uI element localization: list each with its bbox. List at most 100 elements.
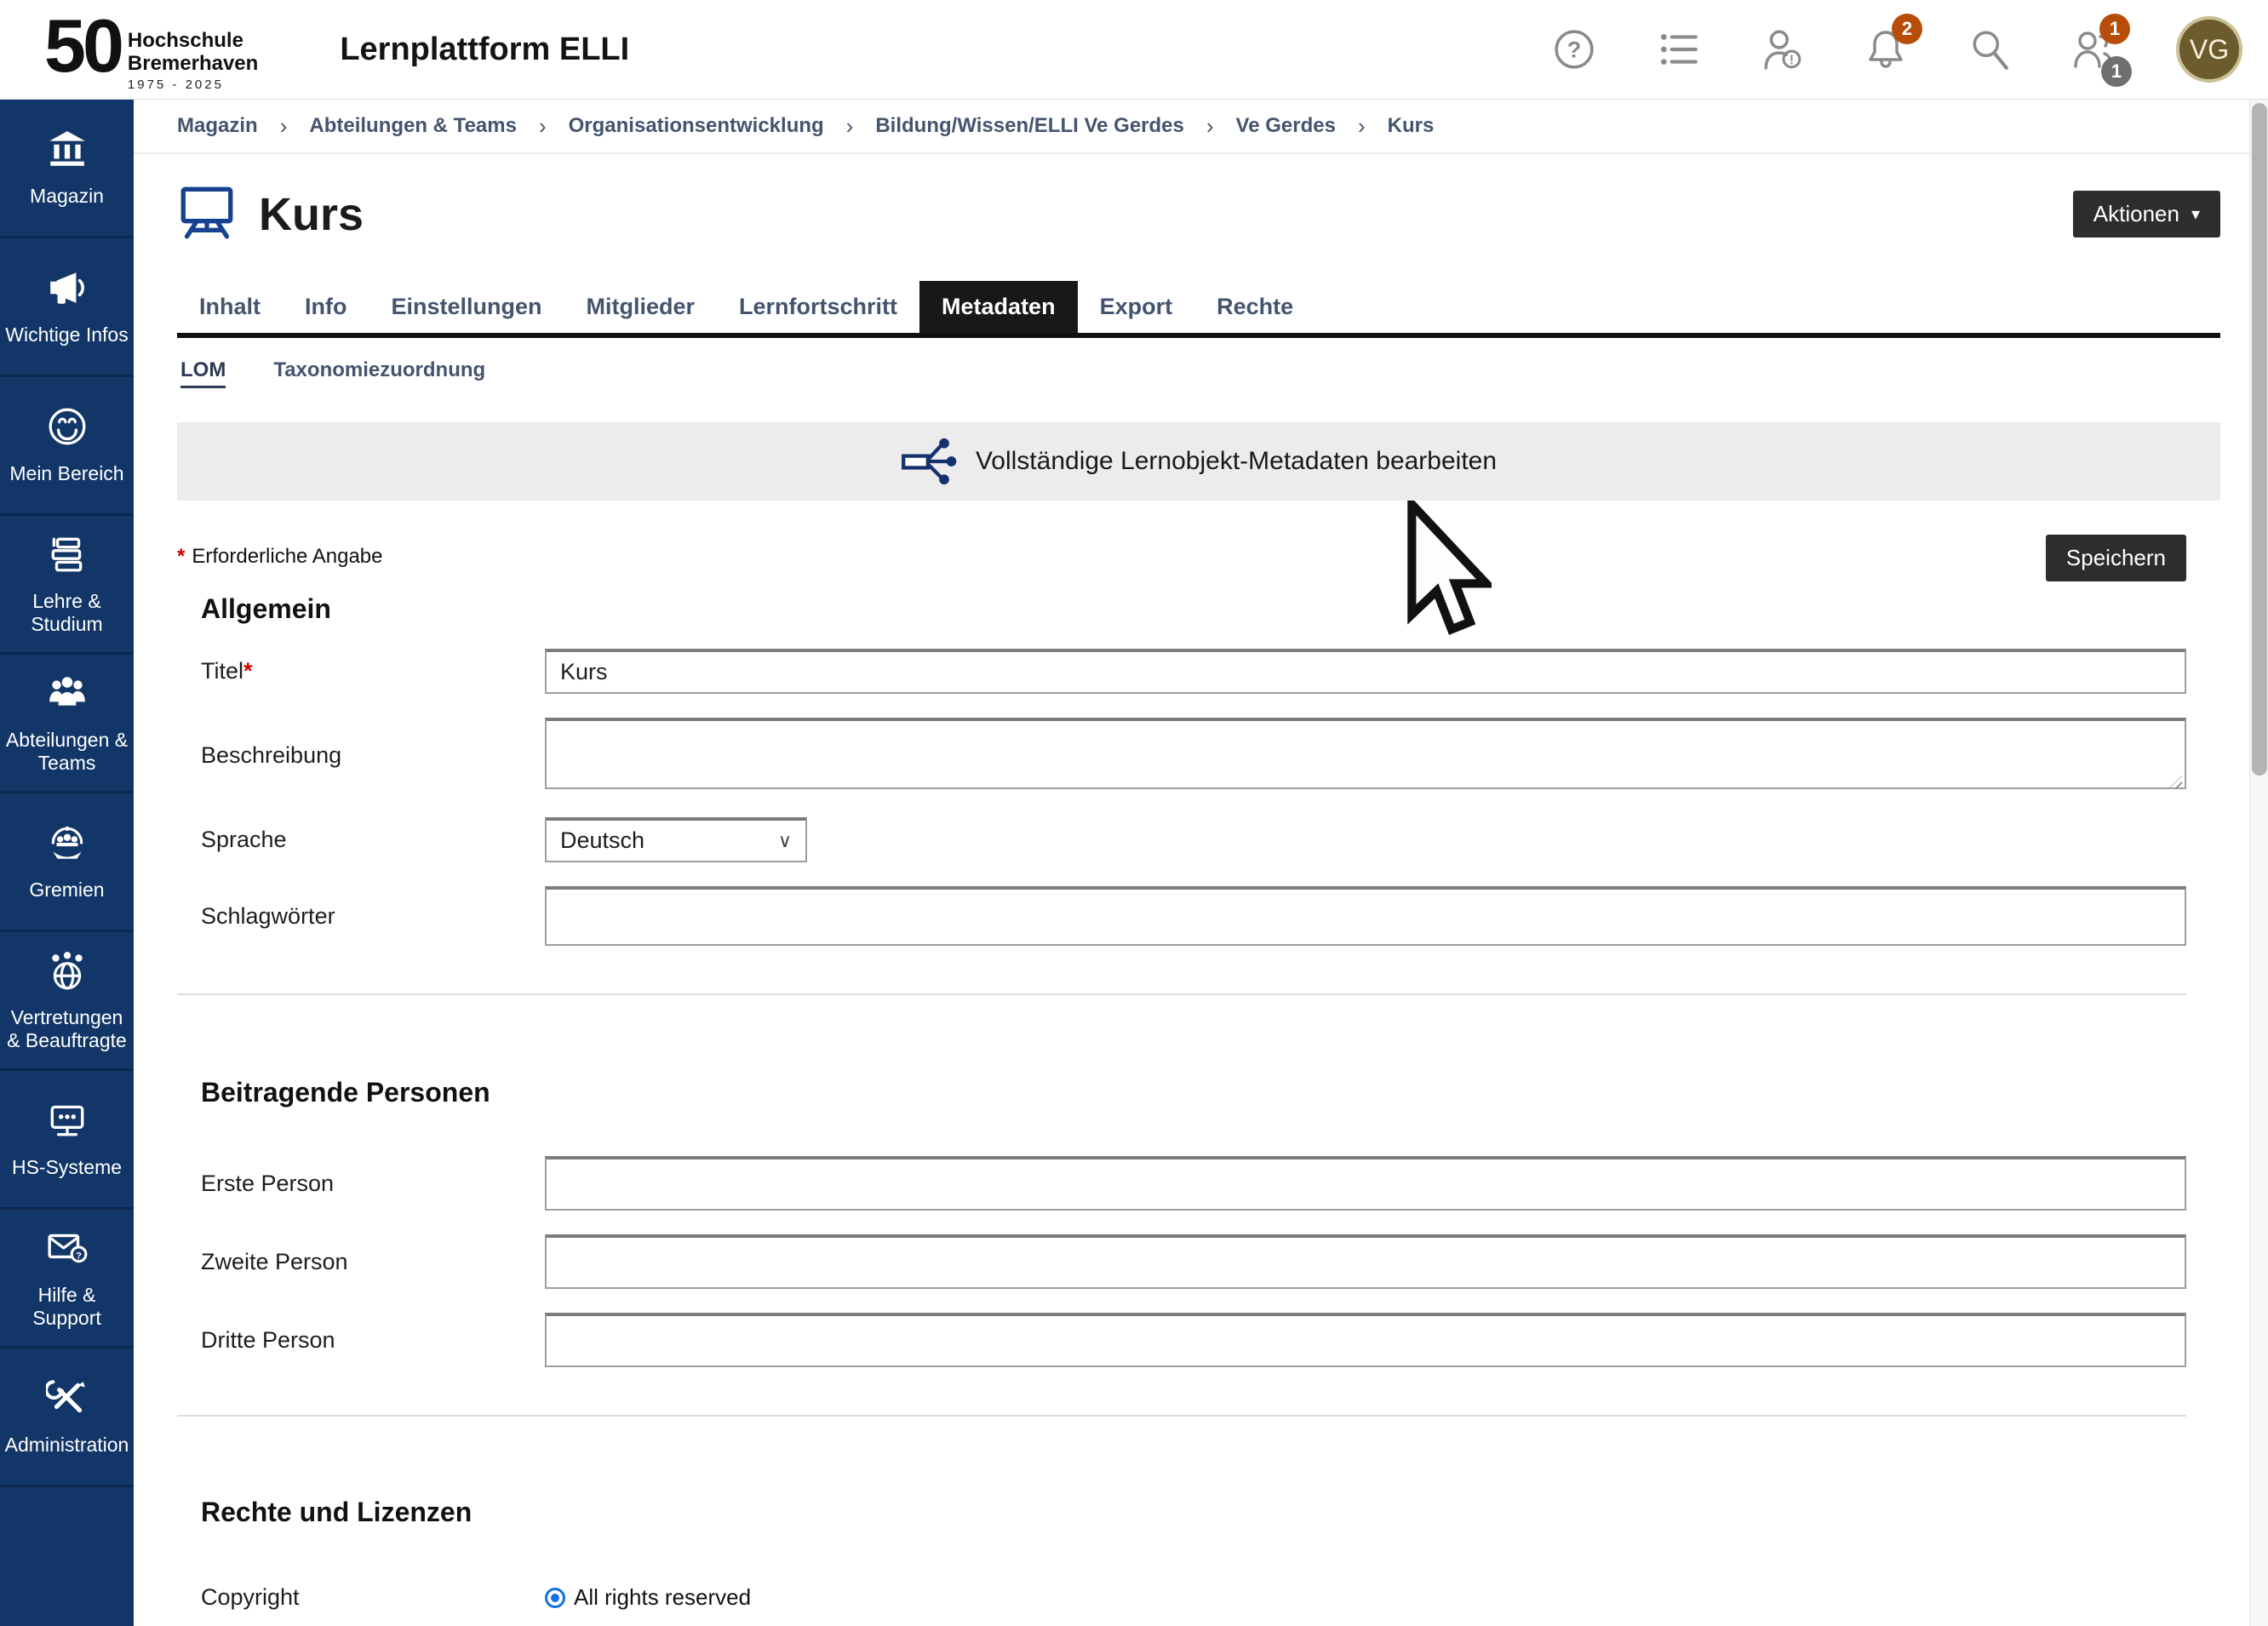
aktionen-button-label: Aktionen [2093, 201, 2179, 227]
dritte-person-input[interactable] [545, 1313, 2186, 1367]
schlagwoerter-input[interactable] [545, 886, 2186, 946]
dritte-person-label: Dritte Person [201, 1327, 545, 1354]
beschreibung-textarea[interactable] [545, 718, 2186, 789]
user-avatar[interactable]: VG [2176, 16, 2242, 83]
sidebar-item-lehre-studium[interactable]: Lehre & Studium [0, 516, 134, 655]
tab-rechte[interactable]: Rechte [1194, 281, 1315, 333]
contacts-icon[interactable]: 1 1 [2072, 27, 2115, 72]
breadcrumb-item-abteilungen-teams[interactable]: Abteilungen & Teams [309, 114, 517, 138]
breadcrumb-separator-icon: › [1206, 113, 1214, 140]
aktionen-button[interactable]: Aktionen ▾ [2073, 191, 2220, 238]
contacts-badge-online: 1 [2101, 56, 2132, 87]
sprache-select[interactable]: Deutsch ∨ [545, 817, 807, 862]
breadcrumb-separator-icon: › [539, 113, 547, 140]
logo-line2: Bremerhaven [128, 52, 258, 75]
subtab-lom[interactable]: LOM [180, 358, 226, 388]
erste-person-label: Erste Person [201, 1171, 545, 1197]
help-icon[interactable]: ? [1553, 27, 1595, 72]
titel-input[interactable] [545, 649, 2186, 694]
sidebar-item-label: Magazin [26, 185, 107, 208]
section-divider [177, 993, 2186, 995]
sidebar-item-label: Wichtige Infos [2, 323, 131, 346]
tab-inhalt[interactable]: Inhalt [177, 281, 283, 333]
erste-person-input[interactable] [545, 1156, 2186, 1211]
people-group-icon [46, 672, 89, 719]
sidebar-item-gremien[interactable]: Gremien [0, 793, 134, 932]
course-easel-icon [177, 185, 237, 243]
tab-einstellungen[interactable]: Einstellungen [369, 281, 564, 333]
notifications-bell-icon[interactable]: 2 [1864, 27, 1907, 72]
beschreibung-label: Beschreibung [201, 742, 545, 769]
sidebar-item-label: HS-Systeme [9, 1156, 125, 1179]
list-menu-icon[interactable] [1657, 27, 1699, 72]
breadcrumb-item-kurs[interactable]: Kurs [1388, 114, 1435, 138]
breadcrumb-separator-icon: › [846, 113, 854, 140]
breadcrumb-item-magazin[interactable]: Magazin [177, 114, 258, 138]
chevron-down-icon: ∨ [778, 830, 792, 852]
edit-full-metadata-banner[interactable]: Vollständige Lernobjekt-Metadaten bearbe… [177, 422, 2220, 501]
zweite-person-input[interactable] [545, 1234, 2186, 1289]
contacts-badge-new: 1 [2099, 14, 2130, 44]
metadata-tree-icon [901, 436, 959, 487]
metadata-subtabs: LOM Taxonomiezuordnung [177, 358, 2220, 388]
app-title: Lernplattform ELLI [340, 31, 629, 68]
megaphone-icon [46, 266, 89, 313]
vertical-scrollbar[interactable] [2249, 100, 2268, 1626]
titel-label: Titel* [201, 658, 545, 684]
section-divider [177, 1415, 2186, 1417]
bell-badge: 2 [1892, 14, 1922, 44]
tab-lernfortschritt[interactable]: Lernfortschritt [717, 281, 919, 333]
sidebar-item-label: Mein Bereich [6, 462, 127, 485]
tab-mitglieder[interactable]: Mitglieder [564, 281, 718, 333]
svg-text:!: ! [1790, 54, 1794, 68]
sidebar-item-mein-bereich[interactable]: Mein Bereich [0, 377, 134, 516]
required-field-hint: * Erforderliche Angabe [177, 545, 383, 569]
tab-info[interactable]: Info [283, 281, 369, 333]
sidebar-item-hs-systeme[interactable]: HS-Systeme [0, 1071, 134, 1210]
mail-question-icon: ? [46, 1227, 89, 1274]
breadcrumb-item-organisationsentwicklung[interactable]: Organisationsentwicklung [569, 114, 824, 138]
books-icon [46, 533, 89, 580]
sidebar-item-wichtige-infos[interactable]: Wichtige Infos [0, 238, 134, 377]
chevron-down-icon: ▾ [2191, 203, 2200, 225]
committee-icon [46, 822, 89, 868]
sidebar-item-label: Vertretungen & Beauftragte [0, 1006, 134, 1052]
page-title: Kurs [259, 188, 364, 241]
subtab-taxonomiezuordnung[interactable]: Taxonomiezuordnung [273, 358, 485, 388]
user-alert-icon[interactable]: ! [1761, 27, 1803, 72]
sprache-label: Sprache [201, 827, 545, 853]
logo-years: 1975 - 2025 [128, 77, 258, 92]
breadcrumb-item-bildung-wissen[interactable]: Bildung/Wissen/ELLI Ve Gerdes [875, 114, 1184, 138]
sidebar-item-hilfe-support[interactable]: ? Hilfe & Support [0, 1210, 134, 1348]
titel-label-text: Titel [201, 658, 243, 684]
schlagwoerter-label: Schlagwörter [201, 903, 545, 930]
sidebar-item-magazin[interactable]: Magazin [0, 100, 134, 238]
svg-text:?: ? [1567, 36, 1582, 62]
sidebar-item-vertretungen-beauftragte[interactable]: Vertretungen & Beauftragte [0, 932, 134, 1071]
sidebar-item-label: Hilfe & Support [0, 1284, 134, 1330]
monitor-icon [46, 1099, 89, 1146]
top-header: 50 Hochschule Bremerhaven 1975 - 2025 Le… [0, 0, 2268, 100]
breadcrumb-separator-icon: › [1358, 113, 1366, 140]
section-title-beitragende-personen: Beitragende Personen [201, 1077, 2186, 1108]
scrollbar-thumb[interactable] [2252, 103, 2267, 776]
section-title-rechte-lizenzen: Rechte und Lizenzen [201, 1497, 2186, 1528]
speichern-button[interactable]: Speichern [2046, 535, 2186, 581]
tab-export[interactable]: Export [1078, 281, 1195, 333]
required-asterisk: * [177, 545, 185, 568]
sidebar-item-label: Administration [2, 1434, 133, 1457]
course-tabs: Inhalt Info Einstellungen Mitglieder Ler… [177, 281, 2220, 338]
tools-icon [46, 1377, 89, 1423]
required-hint-text: Erforderliche Angabe [192, 545, 382, 568]
search-icon[interactable] [1968, 27, 2011, 72]
sidebar-item-administration[interactable]: Administration [0, 1348, 134, 1487]
required-asterisk: * [243, 658, 253, 684]
sidebar-item-abteilungen-teams[interactable]: Abteilungen & Teams [0, 655, 134, 793]
main-content: Magazin › Abteilungen & Teams › Organisa… [134, 100, 2249, 1626]
copyright-radio-all-rights-reserved[interactable] [545, 1588, 565, 1608]
sidebar-item-label: Gremien [26, 879, 107, 902]
logo-50: 50 [44, 7, 121, 85]
breadcrumb-item-ve-gerdes[interactable]: Ve Gerdes [1236, 114, 1336, 138]
breadcrumb-separator-icon: › [280, 113, 288, 140]
tab-metadaten[interactable]: Metadaten [919, 281, 1078, 333]
